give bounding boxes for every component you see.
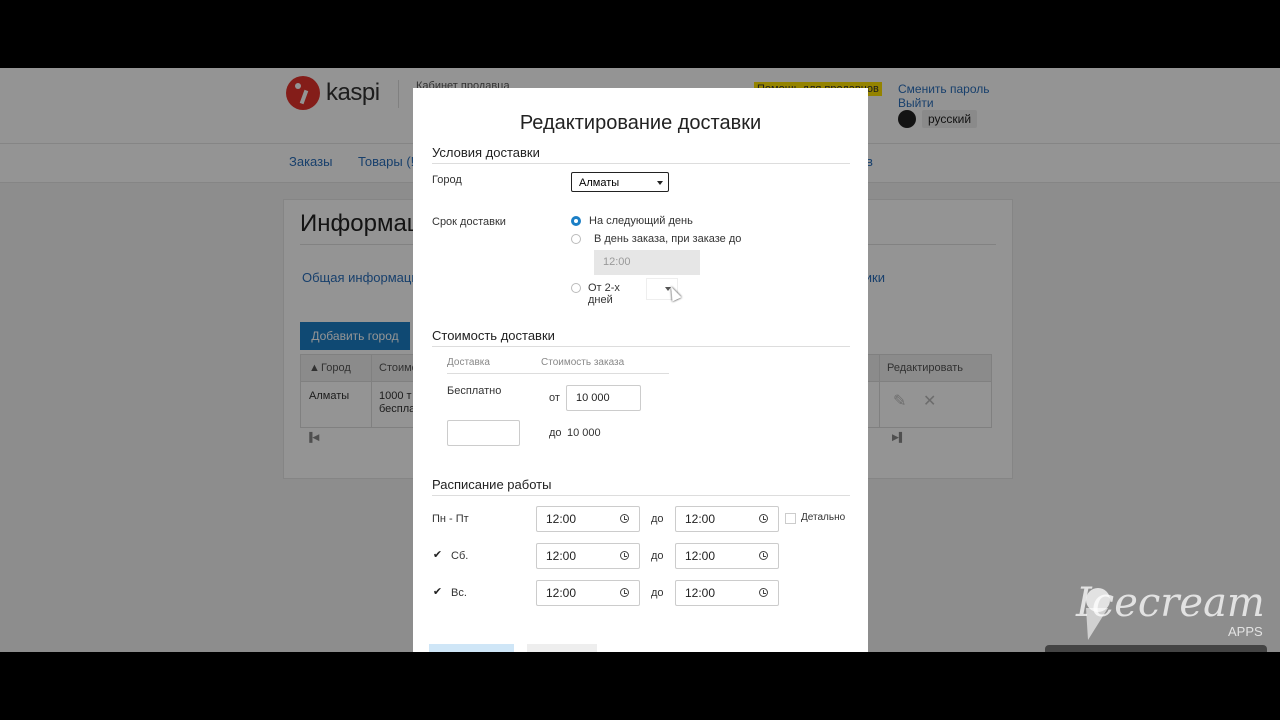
browser-viewport: kaspi Кабинет продавца Помощь для продав…: [0, 68, 1280, 652]
col-delivery: Доставка: [447, 357, 490, 368]
same-day-time-input[interactable]: 12:00: [594, 250, 700, 275]
radio-from-2-days[interactable]: [571, 283, 581, 293]
weekdays-from-time[interactable]: 12:00: [536, 506, 640, 532]
watermark-apps: APPS: [1228, 624, 1263, 639]
clock-icon: [759, 588, 768, 597]
cost-table-divider: [447, 373, 669, 374]
section-delivery-cost: Стоимость доставки: [432, 328, 850, 347]
time-value: 12:00: [546, 549, 577, 563]
cancel-button[interactable]: [527, 644, 597, 652]
modal-title: Редактирование доставки: [519, 112, 762, 134]
clock-icon: [759, 514, 768, 523]
schedule-day-sunday: Вс.: [451, 587, 467, 599]
schedule-day-weekdays: Пн - Пт: [432, 513, 469, 525]
time-value: 12:00: [546, 586, 577, 600]
saturday-checkbox[interactable]: ✔: [432, 550, 443, 561]
saturday-to-time[interactable]: 12:00: [675, 543, 779, 569]
clock-icon: [620, 588, 629, 597]
saturday-from-time[interactable]: 12:00: [536, 543, 640, 569]
radio-from-2-days-label-2: дней: [588, 294, 613, 306]
sunday-from-time[interactable]: 12:00: [536, 580, 640, 606]
time-value: 12:00: [685, 512, 716, 526]
clock-icon: [759, 551, 768, 560]
radio-next-day[interactable]: [571, 216, 581, 226]
delivery-term-label: Срок доставки: [432, 216, 506, 228]
city-label: Город: [432, 174, 462, 186]
time-value: 12:00: [546, 512, 577, 526]
to-label: до: [651, 587, 664, 599]
radio-next-day-label: На следующий день: [589, 215, 693, 227]
detail-label: Детально: [801, 512, 846, 523]
col-order-cost: Стоимость заказа: [541, 357, 625, 368]
save-button[interactable]: [429, 644, 514, 652]
section-schedule: Расписание работы: [432, 477, 850, 496]
detail-checkbox[interactable]: [785, 513, 796, 524]
clock-icon: [620, 514, 629, 523]
from-label: от: [549, 392, 560, 404]
order-cost-from-input[interactable]: 10 000: [566, 385, 641, 411]
radio-same-day-label: В день заказа, при заказе до: [594, 233, 742, 245]
to-label: до: [651, 550, 664, 562]
to-value: 10 000: [567, 427, 601, 439]
city-select[interactable]: Алматы: [571, 172, 669, 192]
sunday-checkbox[interactable]: ✔: [432, 587, 443, 598]
time-value: 12:00: [685, 549, 716, 563]
edit-delivery-modal: Редактирование доставки Условия доставки…: [413, 88, 868, 652]
clock-icon: [620, 551, 629, 560]
time-value: 12:00: [685, 586, 716, 600]
to-label: до: [549, 427, 562, 439]
delivery-cost-input[interactable]: [447, 420, 520, 446]
section-delivery-conditions: Условия доставки: [432, 145, 850, 164]
to-label: до: [651, 513, 664, 525]
watermark-brand: Icecream: [1076, 580, 1265, 626]
schedule-day-saturday: Сб.: [451, 550, 469, 562]
free-label: Бесплатно: [447, 385, 502, 397]
sunday-to-time[interactable]: 12:00: [675, 580, 779, 606]
radio-from-2-days-label-1: От 2-х: [588, 282, 620, 294]
recording-toolbar: [1045, 645, 1267, 652]
weekdays-to-time[interactable]: 12:00: [675, 506, 779, 532]
radio-same-day[interactable]: [571, 234, 581, 244]
